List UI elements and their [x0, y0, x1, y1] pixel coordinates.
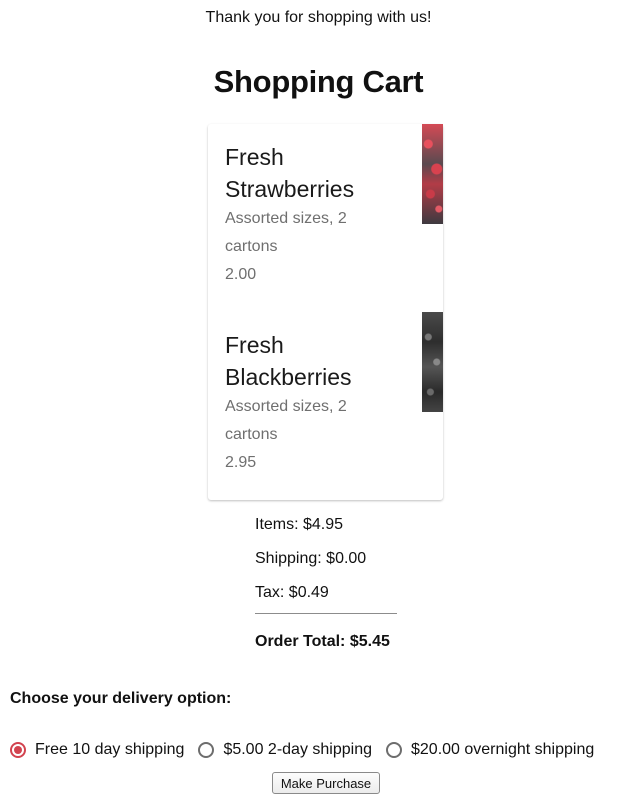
delivery-option-text: $5.00 2-day shipping — [223, 741, 372, 758]
radio-2-day[interactable] — [198, 742, 215, 758]
thank-you-message: Thank you for shopping with us! — [205, 9, 432, 26]
summary-divider — [255, 613, 397, 614]
checkout-page: Thank you for shopping with us! Shopping… — [0, 0, 637, 800]
radio-overnight[interactable] — [386, 742, 402, 758]
radio-free-10-day[interactable] — [10, 742, 26, 758]
blackberries-image — [422, 312, 443, 412]
delivery-options: Free 10 day shipping $5.00 2-day shippin… — [10, 739, 594, 761]
item-price: 2.95 — [225, 454, 257, 471]
tax-amount: Tax: $0.49 — [255, 584, 329, 601]
make-purchase-button[interactable]: Make Purchase — [272, 772, 380, 794]
item-description: Assorted sizes, 2 cartons — [225, 398, 347, 443]
item-price: 2.00 — [225, 266, 257, 283]
page-title: Shopping Cart — [213, 64, 424, 99]
cart-item: Fresh Strawberries Assorted sizes, 2 car… — [208, 124, 443, 312]
items-subtotal: Items: $4.95 — [255, 516, 344, 533]
delivery-option-text: Free 10 day shipping — [35, 741, 185, 758]
cart-list: Fresh Strawberries Assorted sizes, 2 car… — [208, 124, 443, 500]
delivery-option-free[interactable]: Free 10 day shipping — [10, 741, 184, 759]
shipping-cost: Shipping: $0.00 — [255, 550, 367, 567]
item-name: Fresh Blackberries — [225, 332, 352, 390]
delivery-option-2-day[interactable]: $5.00 2-day shipping — [198, 741, 372, 759]
delivery-option-overnight[interactable]: $20.00 overnight shipping — [386, 741, 594, 759]
cart-item: Fresh Blackberries Assorted sizes, 2 car… — [208, 312, 443, 500]
delivery-option-label: Choose your delivery option: — [10, 690, 232, 707]
order-summary: Items: $4.95 Shipping: $0.00 Tax: $0.49 … — [255, 514, 397, 653]
item-description: Assorted sizes, 2 cartons — [225, 210, 347, 255]
strawberries-image — [422, 124, 443, 224]
order-total: Order Total: $5.45 — [255, 633, 390, 650]
item-name: Fresh Strawberries — [225, 144, 355, 202]
delivery-option-text: $20.00 overnight shipping — [411, 741, 595, 758]
